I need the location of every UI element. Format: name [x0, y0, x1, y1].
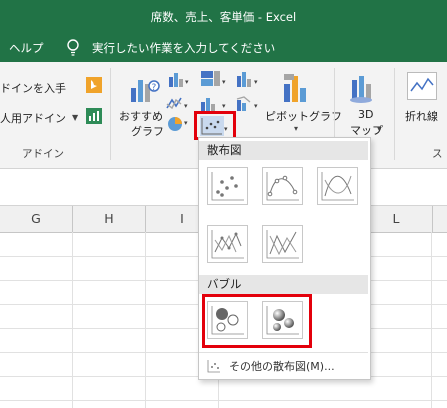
scatter-markers-only-option[interactable] — [207, 167, 248, 205]
hierarchy-chart-icon[interactable]: ▾ — [200, 70, 230, 88]
grid-col-line — [431, 232, 432, 408]
svg-text:▾: ▾ — [222, 102, 226, 110]
bubble-chart-option[interactable] — [207, 301, 248, 339]
group-separator — [394, 68, 395, 160]
recommended-charts-label-1[interactable]: おすすめ — [119, 108, 163, 124]
svg-text:▾: ▾ — [222, 78, 226, 86]
scatter-section-header: 散布図 — [199, 141, 368, 160]
scatter-small-icon — [207, 358, 221, 373]
menu-divider — [199, 352, 368, 353]
column-header-h[interactable]: H — [73, 206, 146, 232]
addins-group-label: アドイン — [22, 148, 64, 160]
statistic-chart-icon[interactable]: ▾ — [236, 70, 262, 88]
scatter-smooth-lines-option[interactable] — [317, 167, 358, 205]
chevron-down-icon[interactable]: ▼ — [72, 113, 78, 122]
get-addins-button[interactable]: ドインを入手 — [0, 80, 66, 96]
sparkline-group-label: ス — [432, 148, 443, 160]
more-scatter-charts-link[interactable]: その他の散布図(M)... — [229, 358, 335, 374]
tab-help[interactable]: ヘルプ — [9, 40, 44, 56]
waterfall-chart-icon[interactable]: ▾ — [200, 94, 230, 112]
chevron-down-icon[interactable]: ▾ — [377, 124, 381, 133]
svg-text:▾: ▾ — [254, 102, 258, 110]
scatter-straight-markers-option[interactable] — [207, 225, 248, 263]
recommended-charts-label-2[interactable]: グラフ — [131, 123, 164, 139]
3d-map-label-1[interactable]: 3D — [358, 108, 373, 121]
pie-chart-icon[interactable] — [167, 116, 183, 132]
grid-col-line — [145, 232, 146, 408]
chevron-down-icon[interactable]: ▾ — [294, 124, 298, 133]
scatter-chart-dropdown: 散布図 バブル その他の散布図(M)... — [198, 137, 371, 380]
scatter-smooth-markers-option[interactable] — [262, 167, 303, 205]
sparkline-line-label[interactable]: 折れ線 — [405, 108, 438, 124]
tell-me-search[interactable]: 実行したい作業を入力してください — [92, 40, 275, 56]
svg-text:▾: ▾ — [224, 125, 228, 133]
scatter-chart-button[interactable]: ▾ — [194, 111, 236, 140]
lightbulb-icon — [66, 38, 80, 58]
chevron-down-icon[interactable]: ▾ — [184, 119, 188, 127]
people-graph-icon[interactable] — [86, 108, 102, 124]
column-header-g[interactable]: G — [0, 206, 73, 232]
my-addins-button[interactable]: 人用アドイン — [0, 110, 66, 126]
line-chart-icon[interactable]: ▾ — [166, 94, 192, 112]
grid-row-line — [0, 400, 447, 401]
bing-icon[interactable] — [86, 77, 102, 93]
svg-text:▾: ▾ — [254, 78, 258, 86]
window-title: 席数、売上、客単価 - Excel — [150, 10, 297, 24]
grid-col-line — [72, 232, 73, 408]
pivot-chart-icon[interactable] — [282, 72, 312, 104]
group-separator — [110, 68, 111, 160]
svg-text:?: ? — [152, 83, 157, 93]
svg-text:▾: ▾ — [185, 78, 189, 86]
svg-text:▾: ▾ — [184, 102, 188, 110]
pivot-chart-label[interactable]: ピボットグラフ — [265, 108, 342, 124]
recommended-charts-icon[interactable]: ? — [128, 72, 160, 104]
sparkline-line-icon[interactable] — [407, 72, 437, 100]
bubble-section-header: バブル — [199, 275, 368, 294]
3d-map-icon[interactable] — [349, 72, 379, 104]
3d-bubble-chart-option[interactable] — [262, 301, 303, 339]
scatter-straight-lines-option[interactable] — [262, 225, 303, 263]
column-chart-icon[interactable]: ▾ — [168, 70, 192, 88]
combo-chart-icon[interactable]: ▾ — [236, 94, 262, 112]
